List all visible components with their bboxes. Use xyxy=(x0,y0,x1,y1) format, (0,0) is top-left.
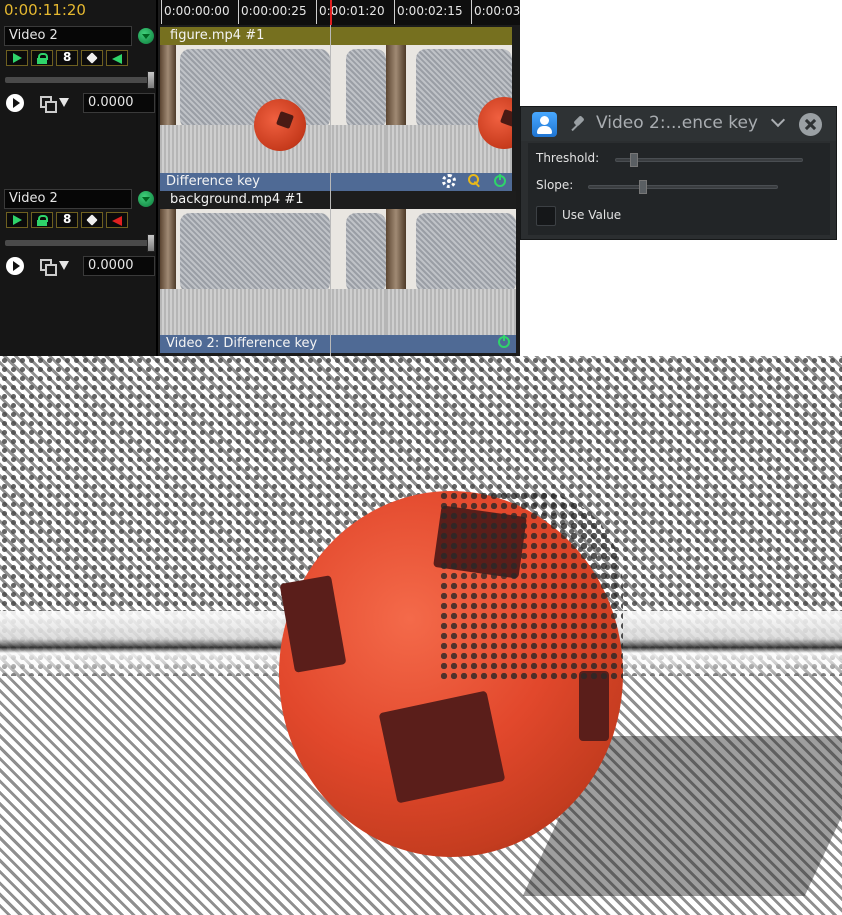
track-2-controls: 0.0000 xyxy=(6,256,156,276)
timeline-window: 0:00:11:20 Video 2 0.0000 Video 2 xyxy=(0,0,520,356)
track-1-expand-icon[interactable] xyxy=(138,28,154,44)
track-1-mode-dropdown-icon[interactable] xyxy=(59,98,69,107)
playhead-line[interactable] xyxy=(330,0,331,356)
track-1-controls: 0.0000 xyxy=(6,93,156,113)
threshold-slider-handle[interactable] xyxy=(630,153,638,167)
slope-slider[interactable] xyxy=(588,180,778,194)
track-1-name-field[interactable]: Video 2 xyxy=(4,26,132,46)
track-1-thumbnail-strip[interactable] xyxy=(160,45,512,173)
effect-settings-gear-icon[interactable] xyxy=(442,174,456,188)
thumbnail-frame xyxy=(386,209,516,337)
output-video-frame xyxy=(0,356,842,915)
pin-icon[interactable] xyxy=(569,115,587,133)
dialog-body: Threshold: Slope: Use Value xyxy=(528,143,830,235)
track-2-play-toggle-icon[interactable] xyxy=(6,212,28,228)
track-2-overlay-mode-icon[interactable] xyxy=(6,257,24,275)
dialog-title: Video 2:...ence key xyxy=(596,113,758,133)
track-2-thumbnail-strip[interactable] xyxy=(160,209,516,337)
track-2-copy-icon[interactable] xyxy=(40,259,57,276)
track-2-expand-icon[interactable] xyxy=(138,191,154,207)
track-canvas[interactable]: figure.mp4 #1 Difference key background.… xyxy=(160,25,520,356)
dialog-titlebar[interactable]: Video 2:...ence key xyxy=(521,107,836,141)
track-1-effect-bar[interactable]: Difference key xyxy=(160,173,512,191)
track-2-fader-handle[interactable] xyxy=(147,234,155,252)
time-ruler[interactable]: 0:00:00:00 0:00:00:25 0:00:01:20 0:00:02… xyxy=(160,0,520,25)
close-icon[interactable] xyxy=(799,113,822,136)
use-value-checkbox[interactable] xyxy=(536,206,556,226)
track-2-effect-bar[interactable]: Video 2: Difference key xyxy=(160,335,516,353)
thumbnail-frame xyxy=(386,45,512,173)
patchbay: 0:00:11:20 Video 2 0.0000 Video 2 xyxy=(0,0,158,356)
effect-power-icon[interactable] xyxy=(498,335,510,348)
threshold-slider[interactable] xyxy=(615,153,803,167)
track-1-value-field[interactable]: 0.0000 xyxy=(83,93,155,113)
effect-settings-dialog: Video 2:...ence key Threshold: Slope: Us… xyxy=(520,106,837,240)
timecode-display: 0:00:11:20 xyxy=(4,1,86,19)
track-2-gang-toggle-icon[interactable] xyxy=(56,212,78,228)
track-1-toggle-row xyxy=(6,50,128,66)
track-1-effect-icons xyxy=(442,174,506,188)
ruler-tick: 0:00:00:25 xyxy=(238,0,307,24)
track-2-draw-toggle-icon[interactable] xyxy=(81,212,103,228)
thumbnail-frame xyxy=(160,209,386,337)
track-2-lock-toggle-icon[interactable] xyxy=(31,212,53,228)
track-1-draw-toggle-icon[interactable] xyxy=(81,50,103,66)
track-1-overlay-mode-icon[interactable] xyxy=(6,94,24,112)
track-1-edit-title[interactable]: figure.mp4 #1 xyxy=(160,27,512,45)
use-value-label: Use Value xyxy=(562,208,622,222)
track-1-fader[interactable] xyxy=(5,71,155,89)
track-2-edit-title[interactable]: background.mp4 #1 xyxy=(160,191,516,209)
slope-slider-handle[interactable] xyxy=(639,180,647,194)
ruler-tick: 0:00:00:00 xyxy=(161,0,230,24)
track-2-effect-icons xyxy=(498,335,510,348)
track-2-fader[interactable] xyxy=(5,234,155,252)
playhead-marker[interactable] xyxy=(330,0,332,25)
track-1-copy-icon[interactable] xyxy=(40,96,57,113)
track-1-fader-handle[interactable] xyxy=(147,71,155,89)
app-icon xyxy=(532,112,557,137)
track-1-effect-title: Difference key xyxy=(166,174,260,189)
effect-keyframe-icon[interactable] xyxy=(468,174,482,188)
track-2-toggle-row xyxy=(6,212,128,228)
track-2-value-field[interactable]: 0.0000 xyxy=(83,256,155,276)
thumbnail-frame xyxy=(160,45,386,173)
track-1-mute-toggle-icon[interactable] xyxy=(106,50,128,66)
track-1-lock-toggle-icon[interactable] xyxy=(31,50,53,66)
track-2-effect-title: Video 2: Difference key xyxy=(166,336,318,351)
track-2-mute-toggle-icon[interactable] xyxy=(106,212,128,228)
threshold-label: Threshold: xyxy=(536,151,600,165)
minimize-chevron-icon[interactable] xyxy=(771,116,783,128)
effect-power-icon[interactable] xyxy=(494,174,506,187)
ruler-tick: 0:00:01:20 xyxy=(316,0,385,24)
track-2-mode-dropdown-icon[interactable] xyxy=(59,261,69,270)
foreground-ball xyxy=(279,491,623,857)
ruler-tick: 0:00:02:15 xyxy=(394,0,463,24)
slope-label: Slope: xyxy=(536,178,574,192)
track-1-gang-toggle-icon[interactable] xyxy=(56,50,78,66)
track-2-name-field[interactable]: Video 2 xyxy=(4,189,132,209)
ruler-tick: 0:00:03 xyxy=(471,0,520,24)
track-1-play-toggle-icon[interactable] xyxy=(6,50,28,66)
